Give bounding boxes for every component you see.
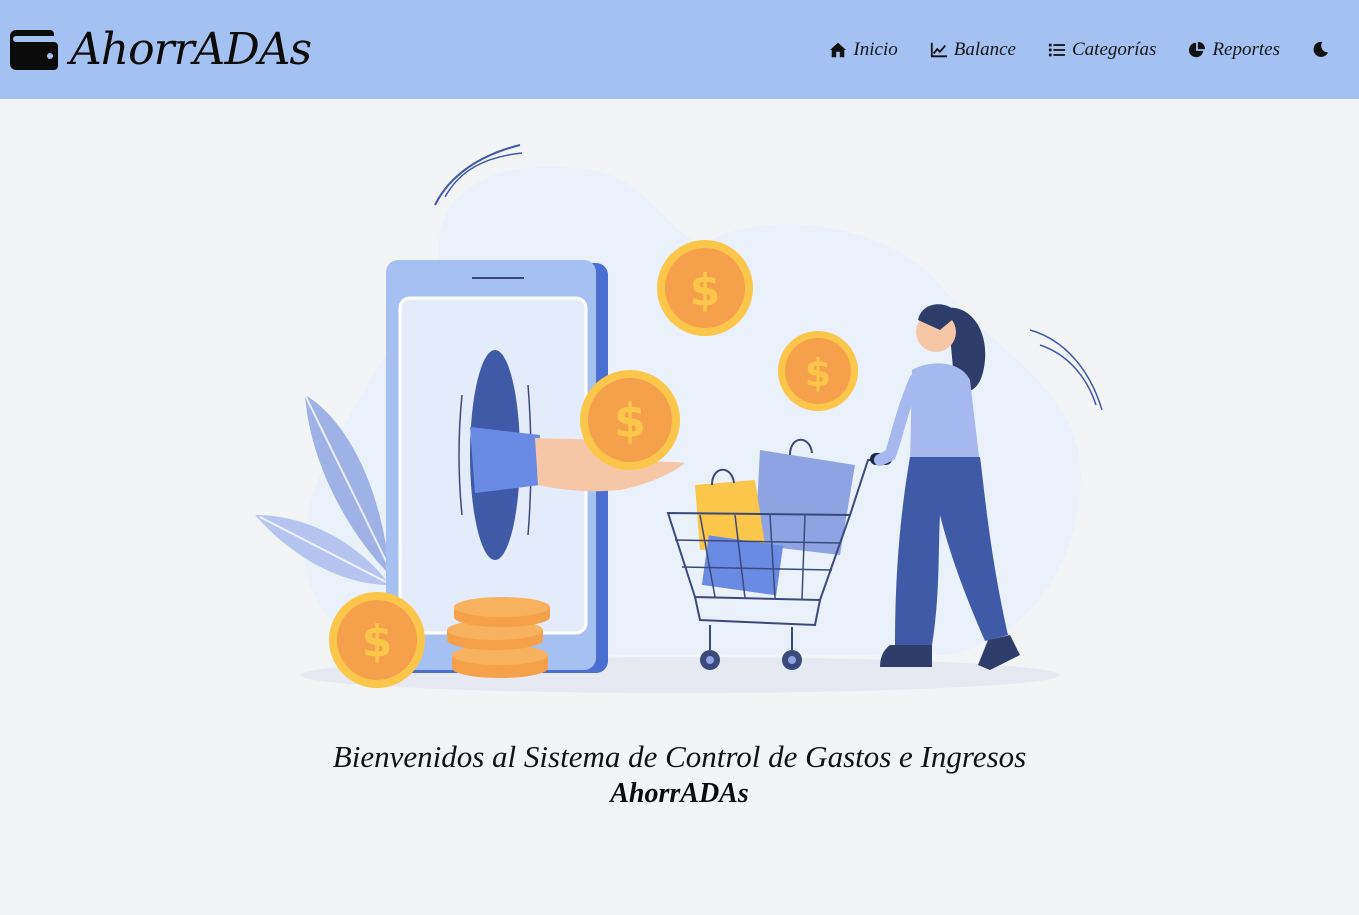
nav-item-reportes[interactable]: Reportes [1188, 39, 1280, 61]
nav-item-balance[interactable]: Balance [930, 39, 1016, 61]
nav-item-inicio[interactable]: Inicio [829, 38, 898, 61]
pie-chart-icon [1189, 41, 1206, 57]
nav-item-categorias[interactable]: Categorías [1048, 39, 1156, 61]
home-icon [830, 42, 847, 57]
theme-toggle-button[interactable] [1312, 41, 1329, 58]
hero-illustration: $ $ $ $ [255, 144, 1103, 693]
nav-label: Inicio [853, 38, 898, 60]
coin: $ [580, 370, 680, 470]
list-icon [1048, 43, 1066, 56]
svg-text:$: $ [614, 394, 646, 448]
moon-icon [1313, 41, 1329, 57]
nav-label: Categorías [1072, 38, 1157, 60]
coin-stack [447, 597, 550, 678]
nav-label: Balance [953, 38, 1016, 60]
svg-text:$: $ [690, 265, 721, 316]
brand-title: AhorrADAs [70, 24, 312, 75]
chart-line-icon [930, 42, 947, 57]
coin: $ [778, 331, 858, 411]
wallet-icon [10, 29, 58, 70]
svg-text:$: $ [362, 616, 393, 667]
welcome-section: Bienvenidos al Sistema de Control de Gas… [0, 738, 1359, 812]
coin: $ [657, 240, 753, 336]
coin: $ [329, 592, 425, 688]
nav-label: Reportes [1212, 38, 1280, 60]
navbar: AhorrADAs Inicio Balance Categorías Repo… [0, 0, 1359, 99]
main-nav: Inicio Balance Categorías Reportes [829, 39, 1329, 61]
welcome-brand: AhorrADAs [610, 778, 749, 809]
welcome-text: Bienvenidos al Sistema de Control de Gas… [332, 739, 1027, 774]
svg-text:$: $ [805, 351, 831, 395]
brand[interactable]: AhorrADAs [10, 24, 312, 75]
